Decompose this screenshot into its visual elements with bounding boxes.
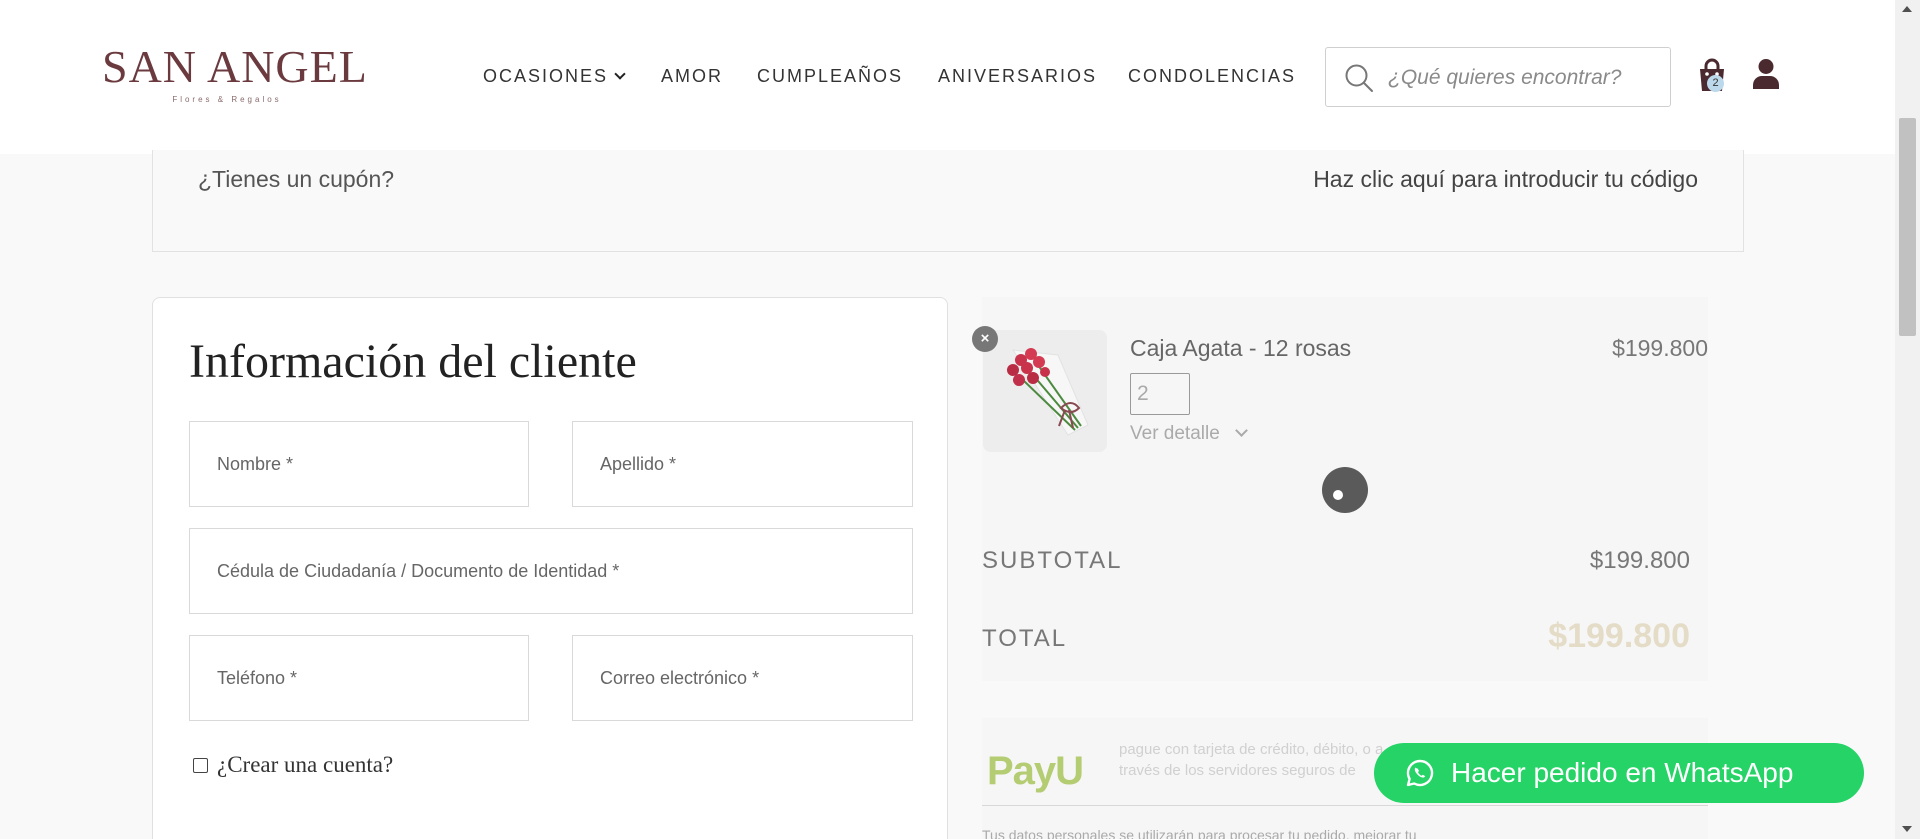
first-name-field <box>189 421 529 507</box>
payment-description: pague con tarjeta de crédito, débito, o … <box>1119 741 1384 779</box>
quantity-input[interactable] <box>1131 374 1189 414</box>
quantity-field <box>1130 373 1190 415</box>
scroll-up-arrow-icon[interactable] <box>1902 6 1912 12</box>
search-input[interactable] <box>1388 60 1658 96</box>
chevron-down-icon <box>1234 423 1248 437</box>
phone-field <box>189 635 529 721</box>
whatsapp-order-button[interactable]: Hacer pedido en WhatsApp <box>1374 743 1864 803</box>
email-input[interactable] <box>573 636 912 720</box>
coupon-link[interactable]: Haz clic aquí para introducir tu código <box>1313 166 1698 193</box>
divider <box>982 805 1708 806</box>
phone-input[interactable] <box>190 636 528 720</box>
id-document-input[interactable] <box>190 529 912 613</box>
product-price: $199.800 <box>1612 335 1708 361</box>
subtotal-label: SUBTOTAL <box>982 547 1123 574</box>
view-detail-label: Ver detalle <box>1130 423 1220 444</box>
nav-item-cumpleanos[interactable]: CUMPLEAÑOS <box>757 64 903 88</box>
logo-tagline: Flores & Regalos <box>172 95 282 104</box>
logo[interactable]: SAN ANGEL Flores & Regalos <box>102 41 368 106</box>
last-name-field <box>572 421 913 507</box>
product-image <box>983 330 1107 452</box>
rose-bouquet-image <box>983 330 1107 452</box>
chevron-down-icon <box>614 68 626 80</box>
coupon-notice: ¿Tienes un cupón? Haz clic aquí para int… <box>152 150 1744 252</box>
whatsapp-button-label: Hacer pedido en WhatsApp <box>1451 757 1794 788</box>
create-account-checkbox[interactable] <box>193 757 208 773</box>
create-account-option[interactable]: ¿Crear una cuenta? <box>193 752 393 778</box>
total-value: $199.800 <box>1548 617 1690 655</box>
subtotal-value: $199.800 <box>1589 547 1690 574</box>
loading-spinner-icon <box>1322 467 1368 513</box>
nav-label: OCASIONES <box>483 66 609 86</box>
nav-item-condolencias[interactable]: CONDOLENCIAS <box>1128 64 1296 88</box>
search-icon[interactable] <box>1344 63 1374 93</box>
scroll-down-arrow-icon[interactable] <box>1902 826 1912 832</box>
nav-item-ocasiones[interactable]: OCASIONES <box>483 64 626 88</box>
search-box <box>1325 47 1671 107</box>
last-name-input[interactable] <box>573 422 912 506</box>
create-account-label: ¿Crear una cuenta? <box>217 752 394 777</box>
privacy-text: Tus datos personales se utilizarán para … <box>982 827 1417 839</box>
logo-name: SAN ANGEL <box>102 41 368 92</box>
scrollbar[interactable] <box>1895 0 1920 839</box>
scrollbar-thumb[interactable] <box>1899 118 1916 336</box>
view-detail-link[interactable]: Ver detalle <box>1130 423 1248 445</box>
total-label: TOTAL <box>982 625 1068 652</box>
email-field <box>572 635 913 721</box>
payu-logo: PayU <box>987 749 1084 793</box>
order-summary: × Caja Agata - 12 rosas $199.800 Ver det… <box>972 297 1708 681</box>
remove-item-button[interactable]: × <box>972 326 998 352</box>
customer-info-title: Información del cliente <box>189 335 637 388</box>
whatsapp-icon <box>1406 759 1434 787</box>
coupon-question: ¿Tienes un cupón? <box>198 166 395 192</box>
site-header: SAN ANGEL Flores & Regalos OCASIONES AMO… <box>0 0 1895 154</box>
customer-info-form: Información del cliente ¿Crear una cuent… <box>152 297 948 839</box>
user-icon[interactable] <box>1752 58 1780 90</box>
cart-count-badge: 2 <box>1707 75 1724 92</box>
nav-item-amor[interactable]: AMOR <box>661 64 723 88</box>
product-name[interactable]: Caja Agata - 12 rosas <box>1130 335 1351 362</box>
nav-item-aniversarios[interactable]: ANIVERSARIOS <box>938 64 1097 88</box>
id-document-field <box>189 528 913 614</box>
first-name-input[interactable] <box>190 422 528 506</box>
